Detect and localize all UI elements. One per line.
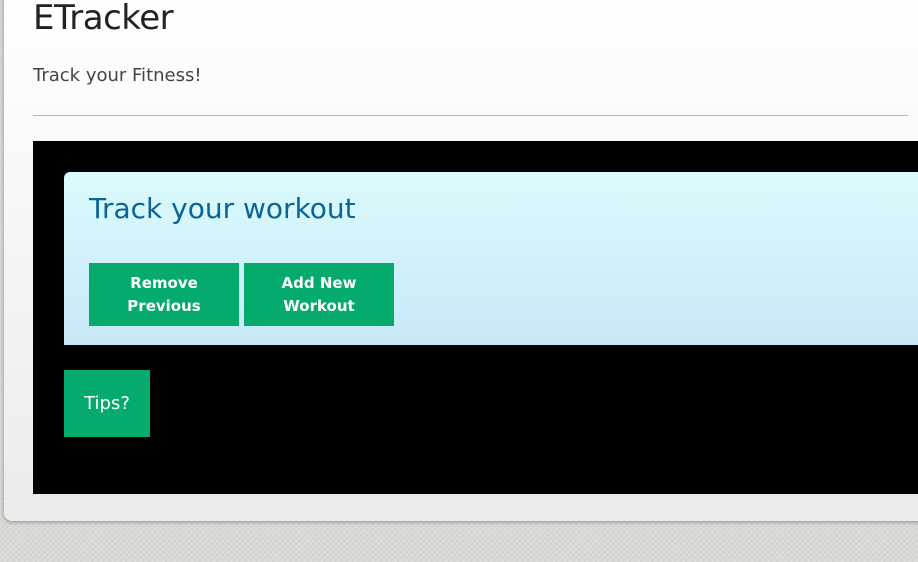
app-title: ETracker xyxy=(33,0,174,38)
tips-button-label: Tips? xyxy=(84,393,130,414)
workout-title: Track your workout xyxy=(89,192,356,225)
content-panel: Track your workout Remove Previous Add N… xyxy=(33,141,918,494)
add-new-workout-label-line-2: Workout xyxy=(283,296,355,315)
app-tagline: Track your Fitness! xyxy=(33,65,202,86)
workout-card: Track your workout Remove Previous Add N… xyxy=(64,172,918,345)
remove-previous-label-line-1: Remove xyxy=(130,273,198,292)
add-new-workout-button[interactable]: Add New Workout xyxy=(244,263,394,326)
add-new-workout-label-line-1: Add New xyxy=(281,273,357,292)
page-card: ETracker Track your Fitness! Track your … xyxy=(4,0,918,521)
tips-button[interactable]: Tips? xyxy=(64,370,150,437)
remove-previous-label-line-2: Previous xyxy=(127,296,201,315)
header-divider xyxy=(33,115,908,116)
remove-previous-button[interactable]: Remove Previous xyxy=(89,263,239,326)
